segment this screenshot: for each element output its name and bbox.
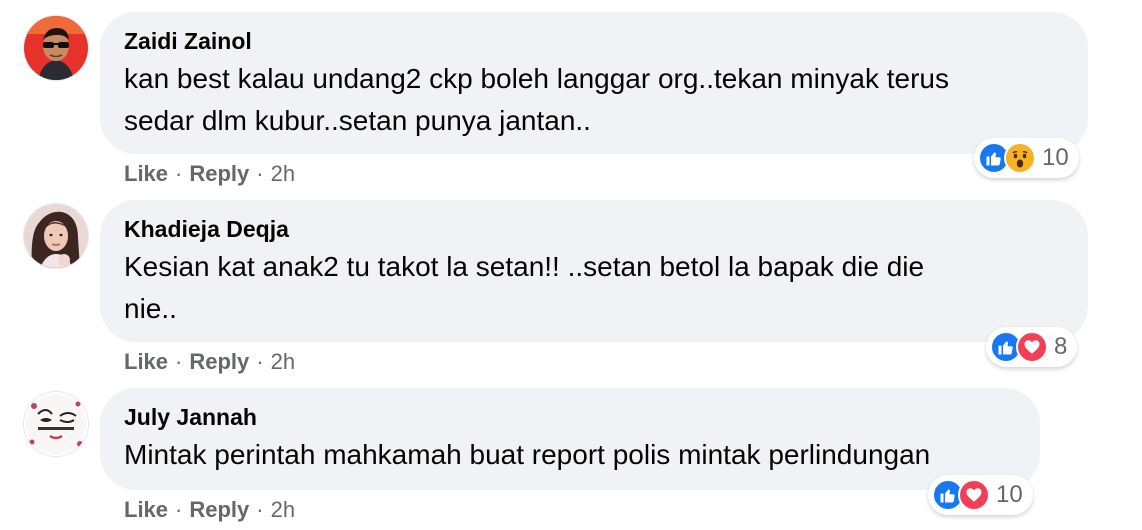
comment-text: kan best kalau undang2 ckp boleh langgar…	[124, 58, 1064, 142]
separator: ·	[175, 497, 183, 522]
avatar-image	[24, 392, 88, 456]
separator: ·	[175, 161, 183, 186]
reaction-count: 8	[1054, 333, 1068, 360]
avatar-image	[24, 16, 88, 80]
comment-text-line: sedar dlm kubur..setan punya jantan..	[124, 105, 591, 136]
comment-text: Kesian kat anak2 tu takot la setan!! ..s…	[124, 246, 1064, 330]
separator: ·	[256, 497, 264, 522]
comment-bubble: Zaidi Zainol kan best kalau undang2 ckp …	[100, 12, 1088, 154]
separator: ·	[256, 161, 264, 186]
comment-bubble: July Jannah Mintak perintah mahkamah bua…	[100, 388, 1040, 490]
reaction-summary[interactable]: 10	[974, 138, 1079, 178]
avatar[interactable]	[24, 16, 88, 80]
comment-text-line: Mintak perintah mahkamah buat report pol…	[124, 439, 931, 470]
separator: ·	[256, 349, 264, 374]
reaction-count: 10	[1042, 144, 1069, 171]
reply-button[interactable]: Reply	[189, 497, 249, 522]
wow-icon	[1004, 142, 1036, 174]
comment-actions: Like · Reply · 2h	[124, 160, 295, 188]
avatar[interactable]	[24, 204, 88, 268]
like-button[interactable]: Like	[124, 349, 168, 374]
comment-time[interactable]: 2h	[271, 349, 295, 374]
comment-author[interactable]: Khadieja Deqja	[124, 214, 1064, 244]
comment-text: Mintak perintah mahkamah buat report pol…	[124, 434, 1016, 476]
comment-actions: Like · Reply · 2h	[124, 496, 295, 524]
comment-time[interactable]: 2h	[271, 497, 295, 522]
comment-time[interactable]: 2h	[271, 161, 295, 186]
avatar-image	[24, 204, 88, 268]
love-icon	[958, 479, 990, 511]
reaction-summary[interactable]: 8	[986, 327, 1078, 367]
reaction-summary[interactable]: 10	[928, 475, 1033, 515]
reply-button[interactable]: Reply	[189, 161, 249, 186]
comment-author[interactable]: Zaidi Zainol	[124, 26, 1064, 56]
like-button[interactable]: Like	[124, 497, 168, 522]
comment-actions: Like · Reply · 2h	[124, 348, 295, 376]
reaction-count: 10	[996, 481, 1023, 508]
love-icon	[1016, 331, 1048, 363]
comment-bubble: Khadieja Deqja Kesian kat anak2 tu takot…	[100, 200, 1088, 342]
comment-author[interactable]: July Jannah	[124, 402, 1016, 432]
comment-text-line: nie..	[124, 293, 177, 324]
reply-button[interactable]: Reply	[189, 349, 249, 374]
comment-text-line: kan best kalau undang2 ckp boleh langgar…	[124, 63, 949, 94]
like-button[interactable]: Like	[124, 161, 168, 186]
comment-text-line: Kesian kat anak2 tu takot la setan!! ..s…	[124, 251, 925, 282]
avatar[interactable]	[24, 392, 88, 456]
separator: ·	[175, 349, 183, 374]
